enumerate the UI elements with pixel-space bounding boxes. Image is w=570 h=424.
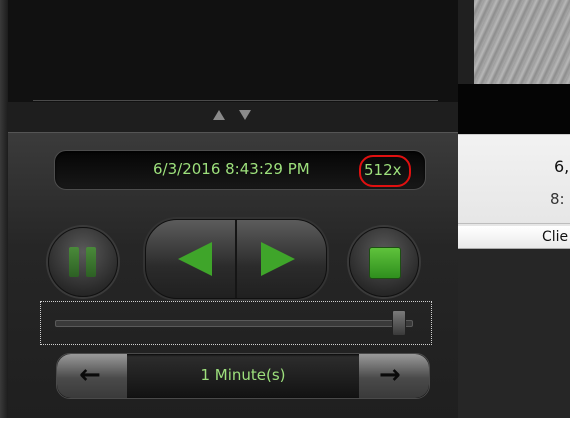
interval-selector: ← 1 Minute(s) →	[56, 353, 430, 399]
pause-bar-left	[69, 247, 79, 277]
info-card-divider	[458, 223, 570, 224]
seek-button-group	[145, 219, 327, 299]
timestamp-display: 6/3/2016 8:43:29 PM 512x	[54, 150, 426, 190]
interval-label: 1 Minute(s)	[200, 366, 286, 384]
arrow-right-icon: →	[379, 360, 401, 390]
rewind-button[interactable]	[146, 220, 235, 298]
playback-controls: 6/3/2016 8:43:29 PM 512x ← 1 Minute(s) →	[8, 132, 458, 419]
pause-button[interactable]	[48, 227, 118, 297]
slider-thumb[interactable]	[392, 310, 406, 336]
collapse-down-icon[interactable]	[239, 110, 251, 120]
playback-window: 6/3/2016 8:43:29 PM 512x ← 1 Minute(s) →…	[0, 0, 570, 424]
interval-next-button[interactable]: →	[359, 354, 429, 398]
client-column-header[interactable]: Clie	[458, 226, 570, 249]
slider-track[interactable]	[55, 320, 413, 327]
arrow-left-icon: ←	[79, 360, 101, 390]
client-list	[458, 249, 570, 418]
thumbnail-background	[458, 84, 570, 134]
playback-slider[interactable]	[40, 301, 432, 345]
collapse-up-icon[interactable]	[213, 110, 225, 120]
playback-panel: 6/3/2016 8:43:29 PM 512x ← 1 Minute(s) →	[8, 0, 458, 419]
stop-button[interactable]	[349, 227, 419, 297]
interval-prev-button[interactable]: ←	[57, 354, 127, 398]
client-column-label: Clie	[542, 229, 569, 245]
video-viewport	[8, 0, 458, 102]
viewport-divider	[33, 100, 438, 101]
pause-bar-right	[86, 247, 96, 277]
stop-icon	[369, 247, 401, 279]
event-thumbnail[interactable]	[474, 0, 570, 84]
play-button[interactable]	[237, 220, 326, 298]
panel-resize-arrows[interactable]	[213, 108, 263, 124]
play-icon	[261, 242, 295, 276]
playback-speed: 512x	[364, 161, 402, 179]
event-info-card[interactable]: 6, 8:	[458, 134, 570, 227]
rewind-icon	[178, 242, 212, 276]
speed-highlight-circle: 512x	[359, 155, 411, 187]
window-bottom-edge	[0, 418, 570, 424]
playback-timestamp: 6/3/2016 8:43:29 PM	[153, 160, 310, 178]
event-date: 6,	[554, 157, 570, 176]
event-side-panel: 6, 8: Clie	[458, 0, 570, 418]
event-time: 8:	[550, 190, 565, 208]
